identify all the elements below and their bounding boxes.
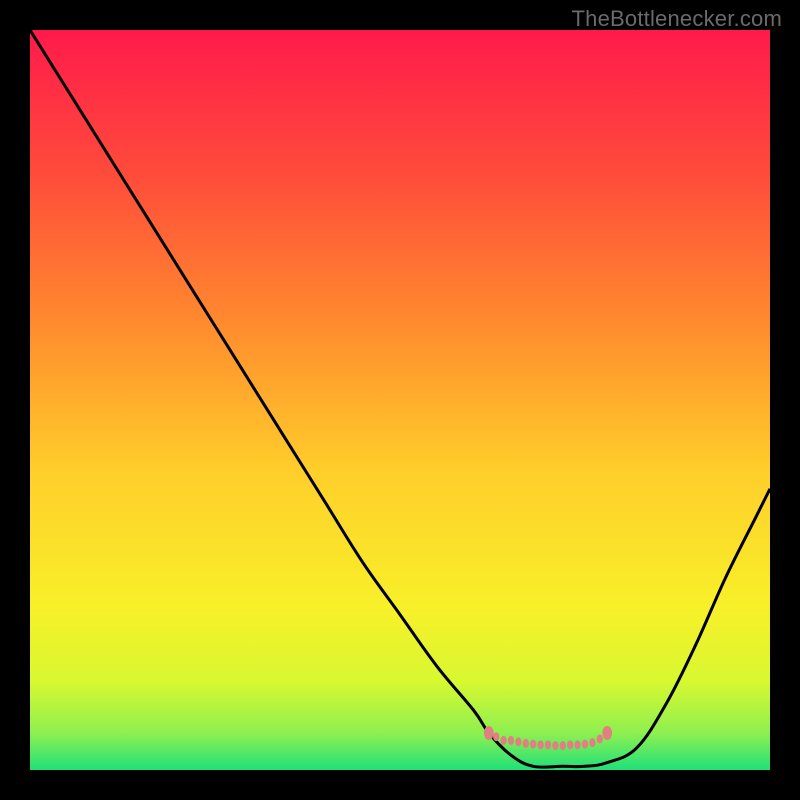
bottleneck-chart: [30, 30, 770, 770]
marker-dot: [523, 739, 529, 748]
marker-dot: [508, 736, 514, 745]
marker-dot: [537, 740, 543, 749]
marker-dot: [530, 740, 536, 749]
marker-dot: [552, 741, 558, 750]
attribution-label: TheBottlenecker.com: [572, 6, 782, 32]
marker-dot: [493, 732, 499, 741]
marker-dot: [484, 726, 494, 740]
marker-dot: [574, 740, 580, 749]
marker-dot: [589, 738, 595, 747]
marker-dot: [560, 741, 566, 750]
marker-dot: [567, 740, 573, 749]
marker-dot: [602, 726, 612, 740]
marker-dot: [545, 740, 551, 749]
marker-dot: [597, 734, 603, 743]
marker-dot: [582, 740, 588, 749]
chart-background: [30, 30, 770, 770]
marker-dot: [515, 737, 521, 746]
marker-dot: [500, 736, 506, 745]
